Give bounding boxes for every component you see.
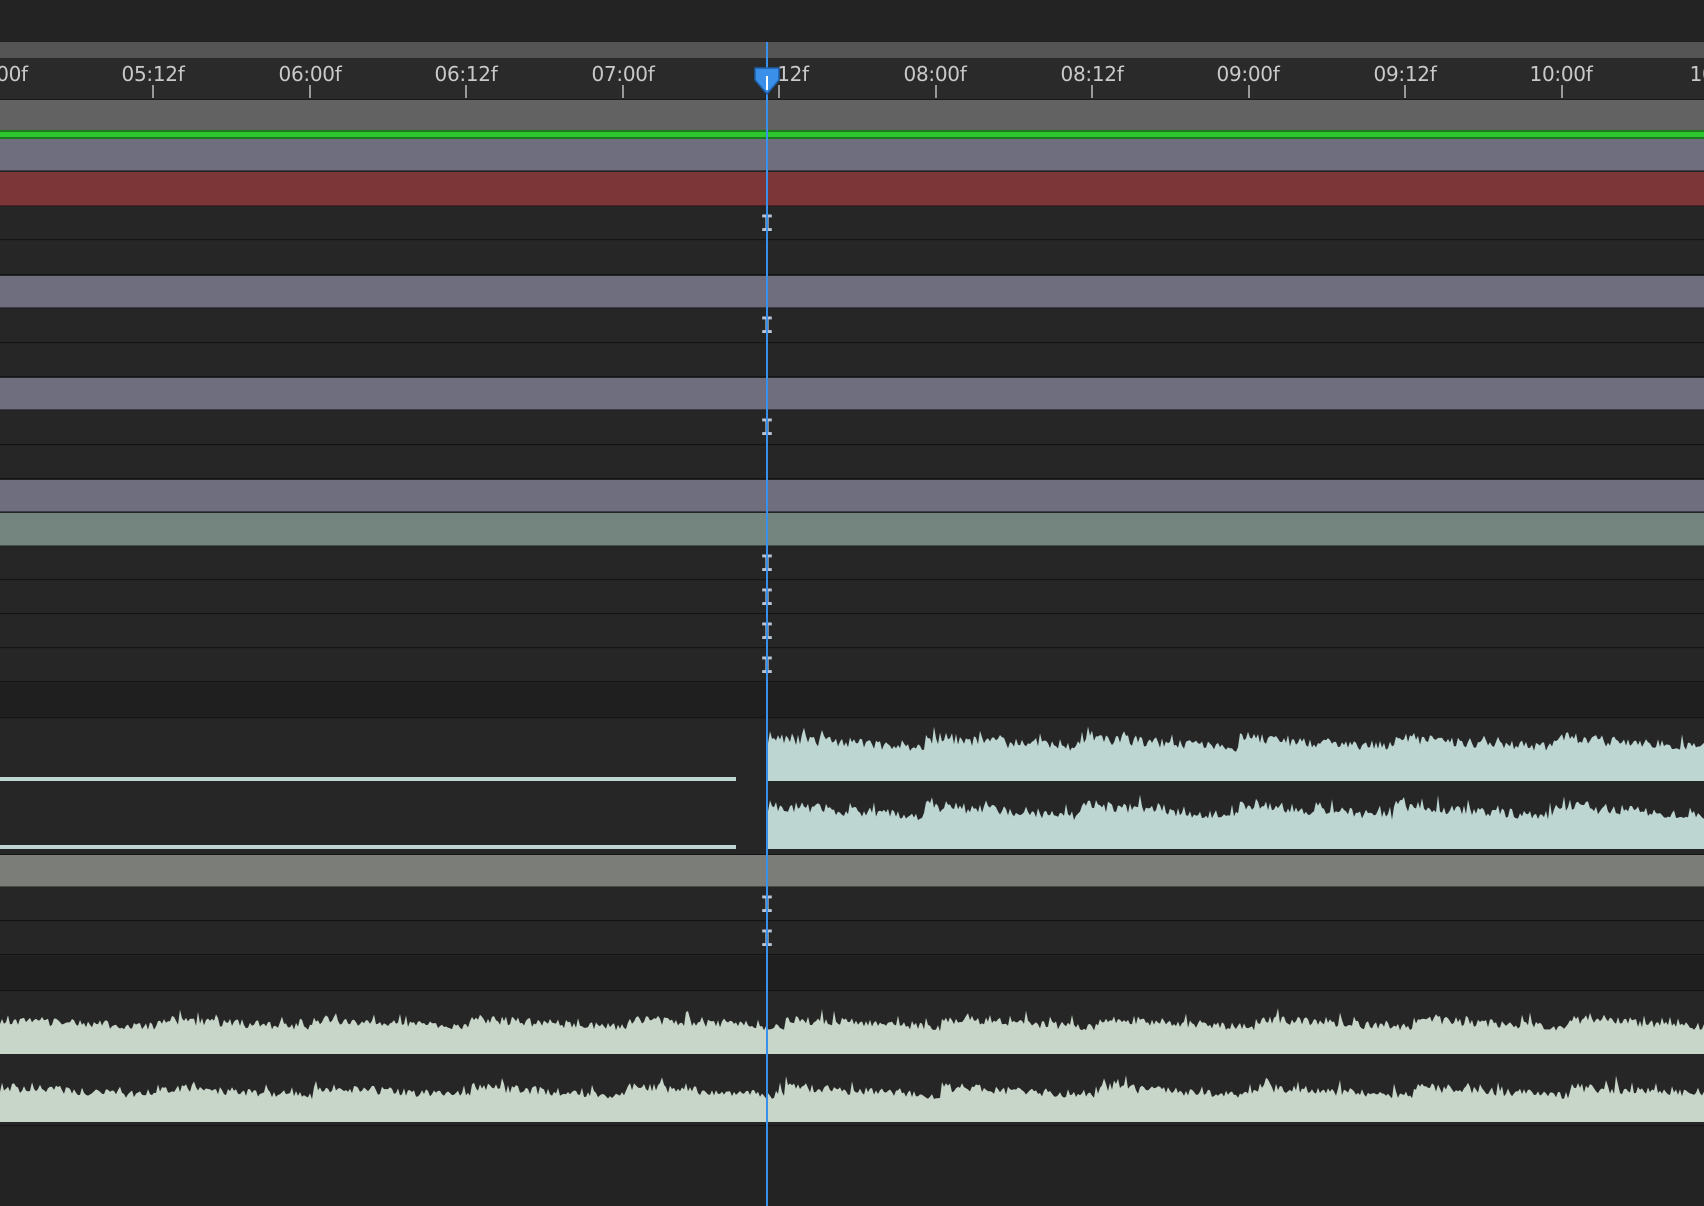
work-area-bar[interactable] (0, 130, 1704, 139)
timeline-header-strip (0, 0, 1704, 42)
property-row[interactable] (0, 207, 1704, 240)
property-row[interactable] (0, 547, 1704, 580)
ruler-tick (1248, 85, 1250, 98)
layer-bar[interactable] (0, 378, 1704, 410)
empty-timeline-area[interactable] (0, 1127, 1704, 1206)
ruler-label: 09:12f (1373, 62, 1437, 86)
ruler-label: 06:00f (278, 62, 342, 86)
ruler-tick (152, 85, 154, 98)
ruler-label: 06:12f (434, 62, 498, 86)
ruler-label: 00f (0, 62, 28, 86)
time-ruler[interactable] (0, 58, 1704, 100)
layer-bar[interactable] (0, 855, 1704, 887)
property-row[interactable] (0, 922, 1704, 955)
composition-bar[interactable] (0, 100, 1704, 130)
ruler-tick (309, 85, 311, 98)
property-row[interactable] (0, 888, 1704, 921)
ruler-tick (465, 85, 467, 98)
property-row[interactable] (0, 411, 1704, 445)
waveform-channel (768, 726, 1704, 781)
waveform-quiet-segment (0, 845, 736, 849)
ruler-label: 07:00f (591, 62, 655, 86)
audio-waveform (0, 726, 1704, 849)
layer-bar[interactable] (0, 139, 1704, 171)
property-row[interactable] (0, 581, 1704, 614)
waveform-channel (0, 1075, 1704, 1122)
playhead-line[interactable] (766, 42, 768, 1206)
property-row[interactable] (0, 649, 1704, 682)
layer-bar[interactable] (0, 276, 1704, 308)
ruler-label: 05:12f (121, 62, 185, 86)
ruler-tick (1404, 85, 1406, 98)
timeline-panel: 00f 05:12f 06:00f 06:12f 07:00f 12f 08:0… (0, 0, 1704, 1206)
waveform-quiet-segment (0, 777, 736, 781)
ruler-label: 10:00f (1529, 62, 1593, 86)
ruler-label: 10 (1689, 62, 1704, 86)
property-row[interactable] (0, 344, 1704, 377)
waveform-channel (0, 1008, 1704, 1054)
ruler-label: 08:12f (1060, 62, 1124, 86)
audio-section-header (0, 956, 1704, 991)
layer-bar[interactable] (0, 480, 1704, 512)
layer-bar[interactable] (0, 172, 1704, 206)
property-row[interactable] (0, 446, 1704, 479)
time-navigator-bar[interactable] (0, 42, 1704, 58)
audio-waveform (0, 1008, 1704, 1122)
property-row[interactable] (0, 615, 1704, 648)
audio-section-header (0, 683, 1704, 718)
property-row[interactable] (0, 241, 1704, 275)
playhead-handle-icon[interactable] (752, 66, 782, 100)
waveform-channel (768, 794, 1704, 849)
property-row[interactable] (0, 309, 1704, 343)
ruler-tick (1091, 85, 1093, 98)
ruler-tick (1561, 85, 1563, 98)
layer-bar[interactable] (0, 513, 1704, 546)
ruler-tick (935, 85, 937, 98)
ruler-label: 08:00f (903, 62, 967, 86)
ruler-tick (622, 85, 624, 98)
ruler-label: 09:00f (1216, 62, 1280, 86)
